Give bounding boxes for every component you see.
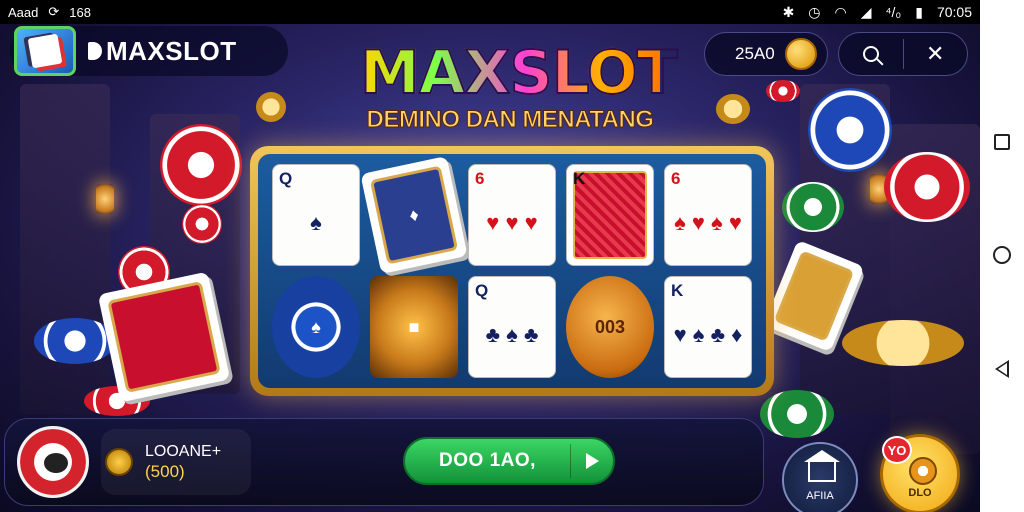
card-rank: K bbox=[671, 281, 684, 300]
symbol-label: 003 bbox=[594, 316, 626, 337]
coin-icon bbox=[784, 38, 817, 70]
card-rank: Q bbox=[279, 169, 293, 188]
trophy-icon bbox=[105, 448, 133, 476]
battery-text: ⁴/₀ bbox=[885, 4, 902, 20]
card-pips: ♥ ♠ ♣ ♦ bbox=[673, 322, 743, 347]
reel-card: 6 ♠ ♥ ♠ ♥ bbox=[664, 164, 752, 266]
bottom-bar: LOOANE+ (500) DOO 1AO, bbox=[4, 418, 764, 506]
system-nav-bar bbox=[980, 0, 1024, 512]
search-icon bbox=[862, 46, 879, 62]
symbol-label: ♦ bbox=[407, 203, 421, 226]
balance-value: 25A0 bbox=[735, 44, 775, 63]
chip-icon bbox=[760, 390, 834, 438]
tile-face bbox=[107, 281, 221, 393]
play-icon bbox=[585, 453, 599, 469]
game-scene: MAXSLOT MAXSLOT DEMINO DAN MENATANG 25A0… bbox=[0, 24, 980, 512]
game-title: MAXSLOT DEMINO DAN MENATANG bbox=[359, 38, 679, 134]
close-icon: ✕ bbox=[926, 41, 945, 66]
game-title-main: MAXSLOT bbox=[359, 38, 679, 108]
background-pillar bbox=[20, 84, 110, 414]
symbol-label: ♠ bbox=[311, 316, 321, 337]
brand-header: MAXSLOT bbox=[10, 26, 288, 76]
balance-display[interactable]: 25A0 bbox=[704, 32, 828, 76]
lantern-icon bbox=[96, 184, 114, 214]
status-app-text: Aaad bbox=[8, 4, 39, 20]
card-pips: ♠ bbox=[310, 210, 322, 235]
search-button[interactable] bbox=[839, 33, 903, 75]
floating-tile bbox=[97, 271, 231, 403]
spin-button-label: DOO 1AO, bbox=[439, 450, 536, 471]
alarm-icon: ◷ bbox=[808, 3, 821, 20]
home-button[interactable]: AFIIA bbox=[782, 442, 858, 512]
sync-icon: ⟳ bbox=[48, 4, 60, 19]
chip-icon bbox=[160, 124, 242, 206]
recents-button[interactable] bbox=[994, 134, 1010, 150]
battery-icon: ▮ bbox=[915, 3, 923, 20]
clock: 70:05 bbox=[936, 4, 972, 20]
card-pips: ♥ ♥ ♥ bbox=[486, 210, 538, 235]
coin-stack-icon bbox=[842, 320, 964, 366]
reel-symbol-tile: ♦ bbox=[360, 155, 468, 275]
wifi-icon: ◠ bbox=[834, 3, 847, 20]
app-icon[interactable] bbox=[14, 26, 76, 76]
toolbar-right: ✕ bbox=[838, 32, 968, 76]
reel-card: K ♥ ♠ ♣ ♦ bbox=[664, 276, 752, 378]
slot-reels: Q ♠ ♦ 6 ♥ ♥ ♥ K 6 ♠ ♥ ♠ ♥ ♠ ■ Q ♣ ♠ ♣ 003 K ♥ ♠ ♣ ♦ bbox=[250, 146, 774, 396]
card-rank: 6 bbox=[671, 169, 681, 188]
bonus-disc-icon bbox=[909, 457, 937, 485]
reel-card: Q ♣ ♠ ♣ bbox=[468, 276, 556, 378]
chip-icon bbox=[884, 152, 970, 222]
avatar-face-icon bbox=[44, 453, 68, 473]
home-label: AFIIA bbox=[806, 490, 834, 502]
bonus-label: DLO bbox=[908, 487, 932, 499]
coin-icon bbox=[256, 92, 286, 122]
home-nav-button[interactable] bbox=[993, 246, 1011, 264]
reel-card-back: K bbox=[566, 164, 654, 266]
brand-logo-icon bbox=[88, 42, 102, 60]
spin-button[interactable]: DOO 1AO, bbox=[403, 437, 615, 485]
chip-icon bbox=[782, 182, 844, 232]
coin-icon bbox=[716, 94, 750, 124]
reel-symbol-coin: 003 bbox=[566, 276, 654, 378]
player-amount: (500) bbox=[145, 462, 185, 481]
card-rank: K bbox=[573, 169, 586, 188]
chip-icon bbox=[808, 88, 892, 172]
reel-symbol-chip: ♠ bbox=[272, 276, 360, 378]
back-button[interactable] bbox=[995, 360, 1009, 378]
card-pips: ♠ ♥ ♠ ♥ bbox=[674, 210, 742, 235]
chip-icon bbox=[182, 204, 222, 244]
brand-name: MAXSLOT bbox=[106, 35, 237, 66]
home-icon bbox=[808, 460, 836, 482]
chip-icon bbox=[766, 80, 800, 102]
game-title-sub: DEMINO DAN MENATANG bbox=[366, 106, 654, 134]
status-count: 168 bbox=[69, 4, 91, 20]
player-info: LOOANE+ (500) bbox=[101, 429, 251, 495]
card-pips: ♣ ♠ ♣ bbox=[485, 322, 539, 347]
signal-icon: ◢ bbox=[860, 3, 872, 20]
bonus-badge: YO bbox=[882, 436, 912, 464]
avatar[interactable] bbox=[17, 426, 89, 498]
reel-card: 6 ♥ ♥ ♥ bbox=[468, 164, 556, 266]
reel-grid: Q ♠ ♦ 6 ♥ ♥ ♥ K 6 ♠ ♥ ♠ ♥ ♠ ■ Q ♣ ♠ ♣ 003 K ♥ ♠ ♣ ♦ bbox=[258, 154, 766, 388]
player-name: LOOANE+ bbox=[145, 443, 222, 460]
reel-symbol-chest: ■ bbox=[370, 276, 458, 378]
card-rank: Q bbox=[475, 281, 489, 300]
status-bar: Aaad ⟳ 168 ✱ ◷ ◠ ◢ ⁴/₀ ▮ 70:05 bbox=[0, 0, 980, 24]
symbol-label: ■ bbox=[408, 316, 420, 337]
close-button[interactable]: ✕ bbox=[904, 33, 968, 75]
reel-card: Q ♠ bbox=[272, 164, 360, 266]
bluetooth-icon: ✱ bbox=[782, 3, 795, 20]
card-rank: 6 bbox=[475, 169, 485, 188]
